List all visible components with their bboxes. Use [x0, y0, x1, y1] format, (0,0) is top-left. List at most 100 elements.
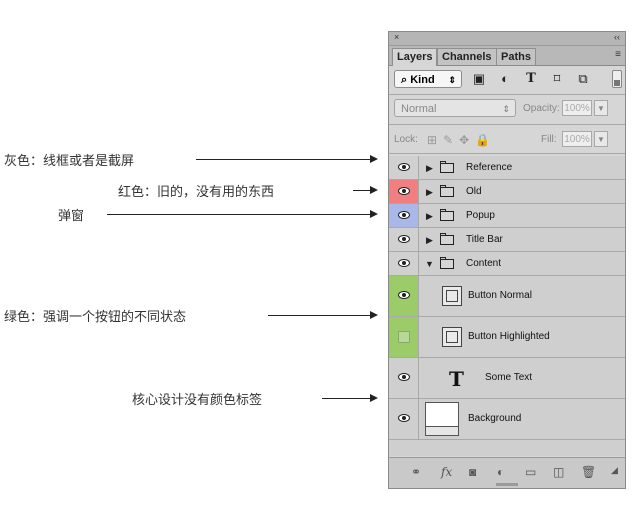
- kind-filter-select[interactable]: ⌕ Kind ⇕: [394, 70, 462, 88]
- layer-name: Button Highlighted: [468, 331, 550, 342]
- visibility-cell[interactable]: [389, 204, 419, 227]
- panel-resize-handle[interactable]: [496, 483, 518, 486]
- lock-brush-icon[interactable]: ✎: [443, 133, 459, 147]
- fx-icon[interactable]: fx: [441, 465, 452, 479]
- panel-menu-icon[interactable]: ≡: [615, 49, 621, 60]
- opacity-dropdown-button[interactable]: ▼: [594, 100, 608, 116]
- image-filter-icon[interactable]: ▣: [470, 71, 488, 87]
- new-group-icon[interactable]: ▭: [525, 465, 536, 479]
- tab-layers[interactable]: Layers: [392, 48, 438, 66]
- layer-name: Popup: [466, 209, 495, 221]
- annotation-core: 核心设计没有颜色标签: [132, 393, 263, 408]
- eye-icon[interactable]: [398, 414, 410, 422]
- arrow-popup-head: [370, 210, 378, 218]
- add-mask-icon[interactable]: ◙: [469, 465, 476, 479]
- smart-object-icon: [442, 286, 462, 306]
- smart-object-filter-icon[interactable]: ⧉: [574, 71, 592, 87]
- opacity-label: Opacity:: [523, 103, 560, 114]
- visibility-cell[interactable]: [389, 180, 419, 203]
- new-layer-icon[interactable]: ◫: [553, 465, 564, 479]
- collapse-triangle-icon[interactable]: ▼: [425, 259, 434, 269]
- layer-button-normal[interactable]: Button Normal: [389, 276, 625, 317]
- layer-name: Background: [468, 413, 522, 424]
- folder-icon: [440, 232, 454, 245]
- panel-titlebar: × ‹‹: [389, 32, 625, 46]
- arrow-red-line: [353, 190, 370, 191]
- arrow-popup-line: [107, 214, 370, 215]
- opacity-input[interactable]: 100%: [562, 100, 592, 116]
- hidden-checkbox-icon[interactable]: [398, 331, 410, 343]
- tab-paths[interactable]: Paths: [496, 48, 536, 65]
- arrow-gray-line: [196, 159, 370, 160]
- collapse-icon[interactable]: ‹‹: [614, 32, 620, 42]
- panel-tabs: Layers Channels Paths ≡: [389, 46, 625, 66]
- eye-icon[interactable]: [398, 162, 410, 171]
- delete-layer-icon[interactable]: 🗑: [581, 465, 596, 479]
- shape-filter-icon[interactable]: ⌑: [548, 71, 566, 87]
- layer-background[interactable]: Background: [389, 399, 625, 440]
- separator: [389, 94, 625, 95]
- arrow-green-head: [370, 311, 378, 319]
- lock-move-icon[interactable]: ✥: [459, 133, 475, 147]
- layer-content[interactable]: ▼ Content: [389, 252, 625, 276]
- arrow-core-line: [322, 398, 370, 399]
- lock-label: Lock:: [394, 134, 418, 145]
- layer-button-highlighted[interactable]: Button Highlighted: [389, 317, 625, 358]
- layer-name: Content: [466, 257, 502, 269]
- eye-icon[interactable]: [398, 291, 410, 299]
- layer-name: Old: [466, 185, 482, 197]
- fill-input[interactable]: 100%: [562, 131, 592, 147]
- sort-arrows-icon: ⇕: [502, 104, 510, 114]
- expand-triangle-icon[interactable]: ▶: [426, 235, 433, 246]
- adjustment-layer-icon[interactable]: ◐: [497, 465, 504, 479]
- annotation-red: 红色：旧的，没有用的东西: [118, 185, 275, 200]
- lock-transparent-icon[interactable]: ⊞: [427, 133, 443, 147]
- expand-triangle-icon[interactable]: ▶: [426, 211, 433, 222]
- visibility-cell[interactable]: [389, 317, 419, 357]
- lock-icons: ⊞✎✥🔒: [427, 133, 496, 147]
- close-icon[interactable]: ×: [394, 32, 399, 42]
- resize-grip-icon[interactable]: ◢: [611, 465, 618, 476]
- visibility-cell[interactable]: [389, 399, 419, 439]
- layer-title-bar[interactable]: ▶ Title Bar: [389, 228, 625, 252]
- link-layers-icon[interactable]: ⚭: [411, 465, 421, 479]
- annotation-gray: 灰色：线框或者是截屏: [4, 154, 135, 169]
- layer-some-text[interactable]: T Some Text: [389, 358, 625, 399]
- fill-label: Fill:: [541, 134, 557, 145]
- adjustment-filter-icon[interactable]: ◐: [496, 71, 514, 87]
- tab-channels[interactable]: Channels: [437, 48, 497, 65]
- visibility-cell[interactable]: [389, 358, 419, 398]
- eye-icon[interactable]: [398, 258, 410, 267]
- expand-triangle-icon[interactable]: ▶: [426, 163, 433, 174]
- folder-icon: [440, 160, 454, 173]
- separator: [389, 124, 625, 125]
- expand-triangle-icon[interactable]: ▶: [426, 187, 433, 198]
- type-filter-icon[interactable]: T: [522, 71, 540, 87]
- lock-all-icon[interactable]: 🔒: [475, 133, 496, 147]
- visibility-cell[interactable]: [389, 228, 419, 251]
- layer-name: Reference: [466, 161, 513, 173]
- search-icon: ⌕: [401, 74, 408, 86]
- filter-toggle[interactable]: [612, 70, 622, 88]
- fill-dropdown-button[interactable]: ▼: [594, 131, 608, 147]
- layer-popup[interactable]: ▶ Popup: [389, 204, 625, 228]
- panel-bottom-toolbar: ⚭ fx ◙ ◐ ▭ ◫ 🗑 ◢: [389, 457, 625, 488]
- visibility-cell[interactable]: [389, 156, 419, 179]
- blend-mode-select[interactable]: Normal ⇕: [394, 99, 516, 117]
- layer-old[interactable]: ▶ Old: [389, 180, 625, 204]
- layers-list: ▶ Reference ▶ Old ▶ Popup ▶ Title Bar ▼ …: [389, 156, 625, 456]
- filter-row: ⌕ Kind ⇕ ▣ ◐ T ⌑ ⧉: [394, 70, 622, 90]
- eye-icon[interactable]: [398, 234, 410, 243]
- annotation-popup: 弹窗: [58, 209, 85, 224]
- visibility-cell[interactable]: [389, 276, 419, 316]
- arrow-gray-head: [370, 155, 378, 163]
- layers-panel: × ‹‹ Layers Channels Paths ≡ ⌕ Kind ⇕ ▣ …: [388, 31, 626, 489]
- layer-name: Button Normal: [468, 290, 532, 301]
- eye-icon[interactable]: [398, 186, 410, 195]
- visibility-cell[interactable]: [389, 252, 419, 275]
- layer-reference[interactable]: ▶ Reference: [389, 156, 625, 180]
- layer-name: Title Bar: [466, 233, 503, 245]
- eye-icon[interactable]: [398, 210, 410, 219]
- eye-icon[interactable]: [398, 373, 410, 381]
- sort-arrows-icon: ⇕: [448, 75, 456, 85]
